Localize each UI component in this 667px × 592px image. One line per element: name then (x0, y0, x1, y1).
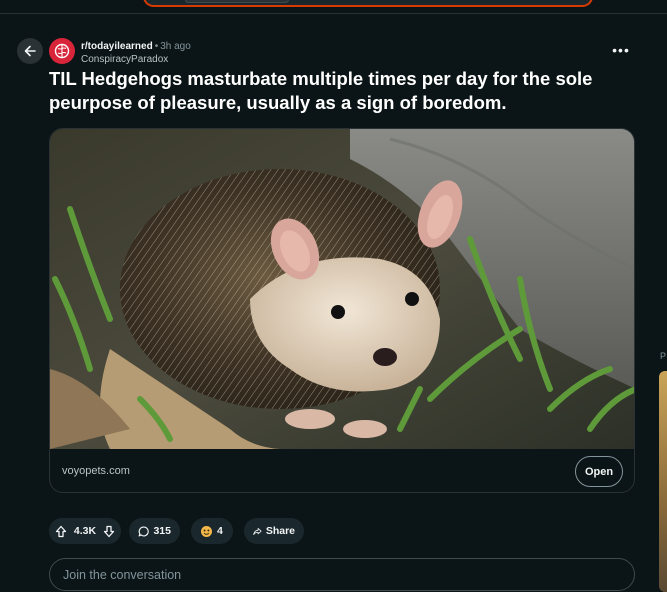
comment-icon (138, 526, 149, 536)
author-name[interactable]: ConspiracyParadox (81, 53, 191, 66)
search-chip[interactable] (185, 0, 289, 3)
search-bar[interactable] (143, 0, 593, 7)
top-bar (0, 0, 667, 14)
sidebar-partial-label: P (660, 351, 667, 361)
award-count: 4 (217, 525, 223, 537)
subreddit-avatar[interactable] (49, 38, 75, 64)
comments-button[interactable]: 315 (129, 518, 180, 544)
comment-count: 315 (153, 525, 171, 537)
link-preview-card[interactable]: voyopets.com Open (49, 128, 635, 493)
award-emoji-icon (201, 525, 212, 537)
upvote-icon[interactable] (55, 525, 67, 538)
sidebar-thumbnail[interactable] (659, 371, 667, 592)
comment-placeholder: Join the conversation (63, 567, 182, 582)
arrow-left-icon (24, 45, 36, 57)
downvote-icon[interactable] (103, 525, 115, 538)
share-label: Share (265, 525, 295, 537)
post-meta: r/todayilearned • 3h ago ConspiracyParadox (81, 38, 191, 66)
open-link-button[interactable]: Open (575, 456, 623, 487)
vote-control: 4.3K (49, 518, 121, 544)
comment-input[interactable]: Join the conversation (49, 558, 635, 591)
meta-separator: • (154, 41, 159, 52)
share-button[interactable]: Share (244, 518, 304, 544)
more-options-button[interactable]: ••• (610, 42, 632, 60)
back-button[interactable] (17, 38, 43, 64)
link-domain[interactable]: voyopets.com (62, 465, 130, 477)
brain-icon (54, 43, 70, 59)
post-time: 3h ago (160, 41, 191, 52)
post-title: TIL Hedgehogs masturbate multiple times … (49, 68, 593, 113)
subreddit-name[interactable]: r/todayilearned (81, 41, 153, 52)
hedgehog-image[interactable] (50, 129, 635, 449)
award-button[interactable]: 4 (191, 518, 233, 544)
share-icon (253, 527, 262, 535)
vote-score: 4.3K (73, 525, 97, 537)
